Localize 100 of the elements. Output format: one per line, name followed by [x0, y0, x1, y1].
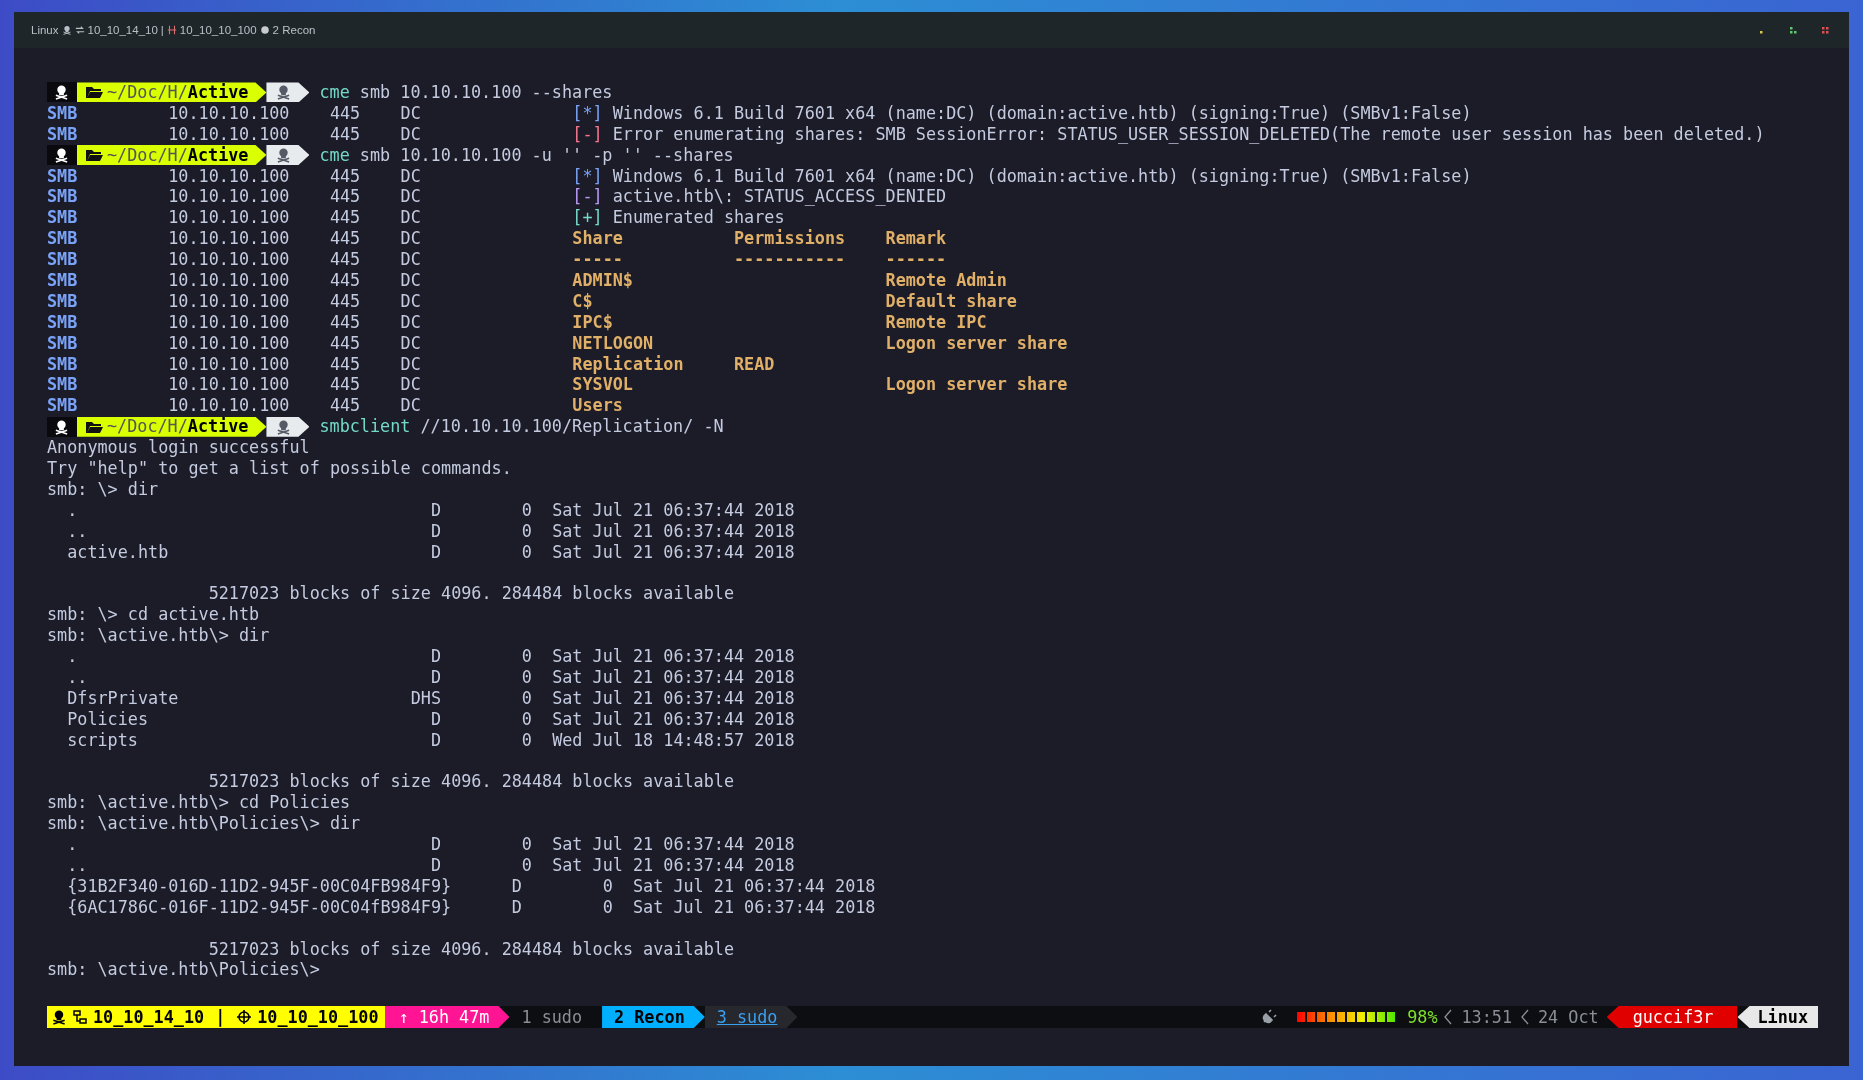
skull-icon: [54, 418, 69, 435]
protocol-label: SMB: [47, 249, 79, 271]
skull-icon: [276, 147, 292, 164]
status-message: Error enumerating shares: SMB SessionError: STATUS_USER_SESSION_DELETED(The remote user session has been deleted.): [612, 123, 1765, 145]
protocol-label: SMB: [47, 207, 79, 229]
port-number: 445: [329, 290, 362, 312]
separator: |: [214, 1007, 227, 1027]
output-line: smb: \> dir: [47, 478, 159, 500]
share-name: Replication: [572, 353, 684, 375]
window-tab[interactable]: 2 Recon: [602, 1006, 705, 1028]
output-line: . D 0 Sat Jul 21 06:37:44 2018: [66, 834, 795, 855]
share-permissions: -----------: [734, 249, 846, 271]
host-name: DC: [400, 395, 422, 417]
protocol-label: SMB: [47, 353, 79, 375]
host-name: DC: [400, 290, 422, 312]
folder-icon: [85, 148, 103, 163]
port-number: 445: [329, 207, 362, 229]
output-line: active.htb D 0 Sat Jul 21 06:37:44 2018: [66, 541, 795, 563]
path-text: ~/Doc/H/Active: [107, 416, 249, 438]
host-address: 10.10.10.100: [168, 374, 291, 396]
port-number: 445: [329, 186, 362, 208]
target-ip: 10_10_10_100: [179, 24, 257, 36]
protocol-label: SMB: [47, 165, 79, 187]
status-tag: [-]: [572, 186, 613, 208]
battery-percent: 98%: [1407, 1007, 1438, 1027]
output-line: {6AC1786C-016F-11D2-945F-00C04fB984F9} D 0 Sat Jul 21 06:37:44 2018: [66, 896, 876, 918]
plug-icon: [1261, 1009, 1278, 1025]
skull-icon: [276, 84, 292, 101]
status-tag: [*]: [572, 102, 613, 124]
user-segment: guccif3r: [1606, 1006, 1738, 1028]
port-number: 445: [329, 374, 362, 396]
target-ip: 10_10_10_100: [257, 1007, 379, 1027]
status-tag: [+]: [572, 207, 613, 229]
host-address: 10.10.10.100: [168, 249, 291, 271]
date-text: 24 Oct: [1538, 1007, 1599, 1027]
port-number: 445: [329, 311, 362, 333]
protocol-label: SMB: [47, 332, 79, 354]
network-icon: [74, 25, 85, 35]
output-line: . D 0 Sat Jul 21 06:37:44 2018: [66, 646, 795, 667]
protocol-label: SMB: [47, 270, 79, 291]
host-name: DC: [400, 311, 422, 333]
share-remark: Default share: [885, 290, 1017, 312]
window-tab[interactable]: 3 sudo: [704, 1006, 798, 1028]
port-number: 445: [329, 332, 362, 354]
share-remark: Remote Admin: [885, 270, 1007, 291]
close-icon: [1821, 26, 1829, 34]
output-line: 5217023 blocks of size 4096. 284484 blocks available: [207, 938, 734, 960]
protocol-label: SMB: [47, 186, 79, 208]
status-message: Windows 6.1 Build 7601 x64 (name:DC) (domain:active.htb) (signing:True) (SMBv1:False): [612, 165, 1472, 187]
share-remark: Logon server share: [885, 374, 1068, 396]
dot-icon: [259, 25, 270, 35]
protocol-label: SMB: [47, 123, 79, 145]
status-message: active.htb\: STATUS_ACCESS_DENIED: [612, 186, 947, 208]
output-line: smb: \active.htb\> dir: [47, 625, 270, 647]
host-name: DC: [400, 165, 422, 187]
output-line: . D 0 Sat Jul 21 06:37:44 2018: [66, 499, 795, 521]
host-address: 10.10.10.100: [168, 395, 291, 417]
host-name: DC: [400, 186, 422, 208]
window-name: 2 Recon: [272, 24, 316, 36]
command-text: cme smb 10.10.10.100 --shares: [319, 82, 613, 103]
host-segment: Linux: [1737, 1006, 1818, 1028]
host-name: DC: [400, 270, 422, 291]
share-name: IPC$: [572, 311, 613, 333]
share-remark: Logon server share: [885, 332, 1068, 354]
os-label: Linux: [31, 24, 59, 36]
protocol-label: SMB: [47, 228, 79, 250]
port-number: 445: [329, 353, 362, 375]
protocol-label: SMB: [47, 395, 79, 417]
port-number: 445: [329, 249, 362, 271]
status-tag: [*]: [572, 165, 613, 187]
command-text: cme smb 10.10.10.100 -u '' -p '' --shares: [319, 144, 734, 166]
skull-icon: [61, 25, 72, 35]
share-name: -----: [572, 249, 623, 271]
host-name: DC: [400, 249, 422, 271]
output-line: .. D 0 Sat Jul 21 06:37:44 2018: [66, 854, 795, 876]
output-line: .. D 0 Sat Jul 21 06:37:44 2018: [66, 666, 795, 688]
protocol-label: SMB: [47, 102, 79, 124]
output-line: smb: \active.htb\Policies\> dir: [47, 813, 361, 835]
output-line: DfsrPrivate DHS 0 Sat Jul 21 06:37:44 2018: [66, 687, 795, 709]
host-name: DC: [400, 102, 422, 124]
local-ip: 10_10_14_10: [87, 24, 158, 36]
status-message: Windows 6.1 Build 7601 x64 (name:DC) (domain:active.htb) (signing:True) (SMBv1:False): [612, 102, 1472, 124]
host-address: 10.10.10.100: [168, 207, 291, 229]
host-name: DC: [400, 207, 422, 229]
host-name: DC: [400, 123, 422, 145]
port-number: 445: [329, 270, 362, 291]
chevron-icon: [1520, 1008, 1530, 1026]
protocol-label: SMB: [47, 290, 79, 312]
host-address: 10.10.10.100: [168, 123, 291, 145]
output-line: smb: \active.htb\> cd Policies: [47, 792, 351, 814]
status-message: Enumerated shares: [612, 207, 785, 229]
skull-icon: [54, 147, 69, 164]
chevron-icon: [1443, 1008, 1454, 1026]
network-icon: [72, 1009, 88, 1025]
port-number: 445: [329, 123, 362, 145]
host-address: 10.10.10.100: [168, 353, 291, 375]
share-name: Users: [572, 395, 623, 417]
output-line: Anonymous login successful: [47, 437, 310, 459]
port-number: 445: [329, 165, 362, 187]
host-name: DC: [400, 374, 422, 396]
